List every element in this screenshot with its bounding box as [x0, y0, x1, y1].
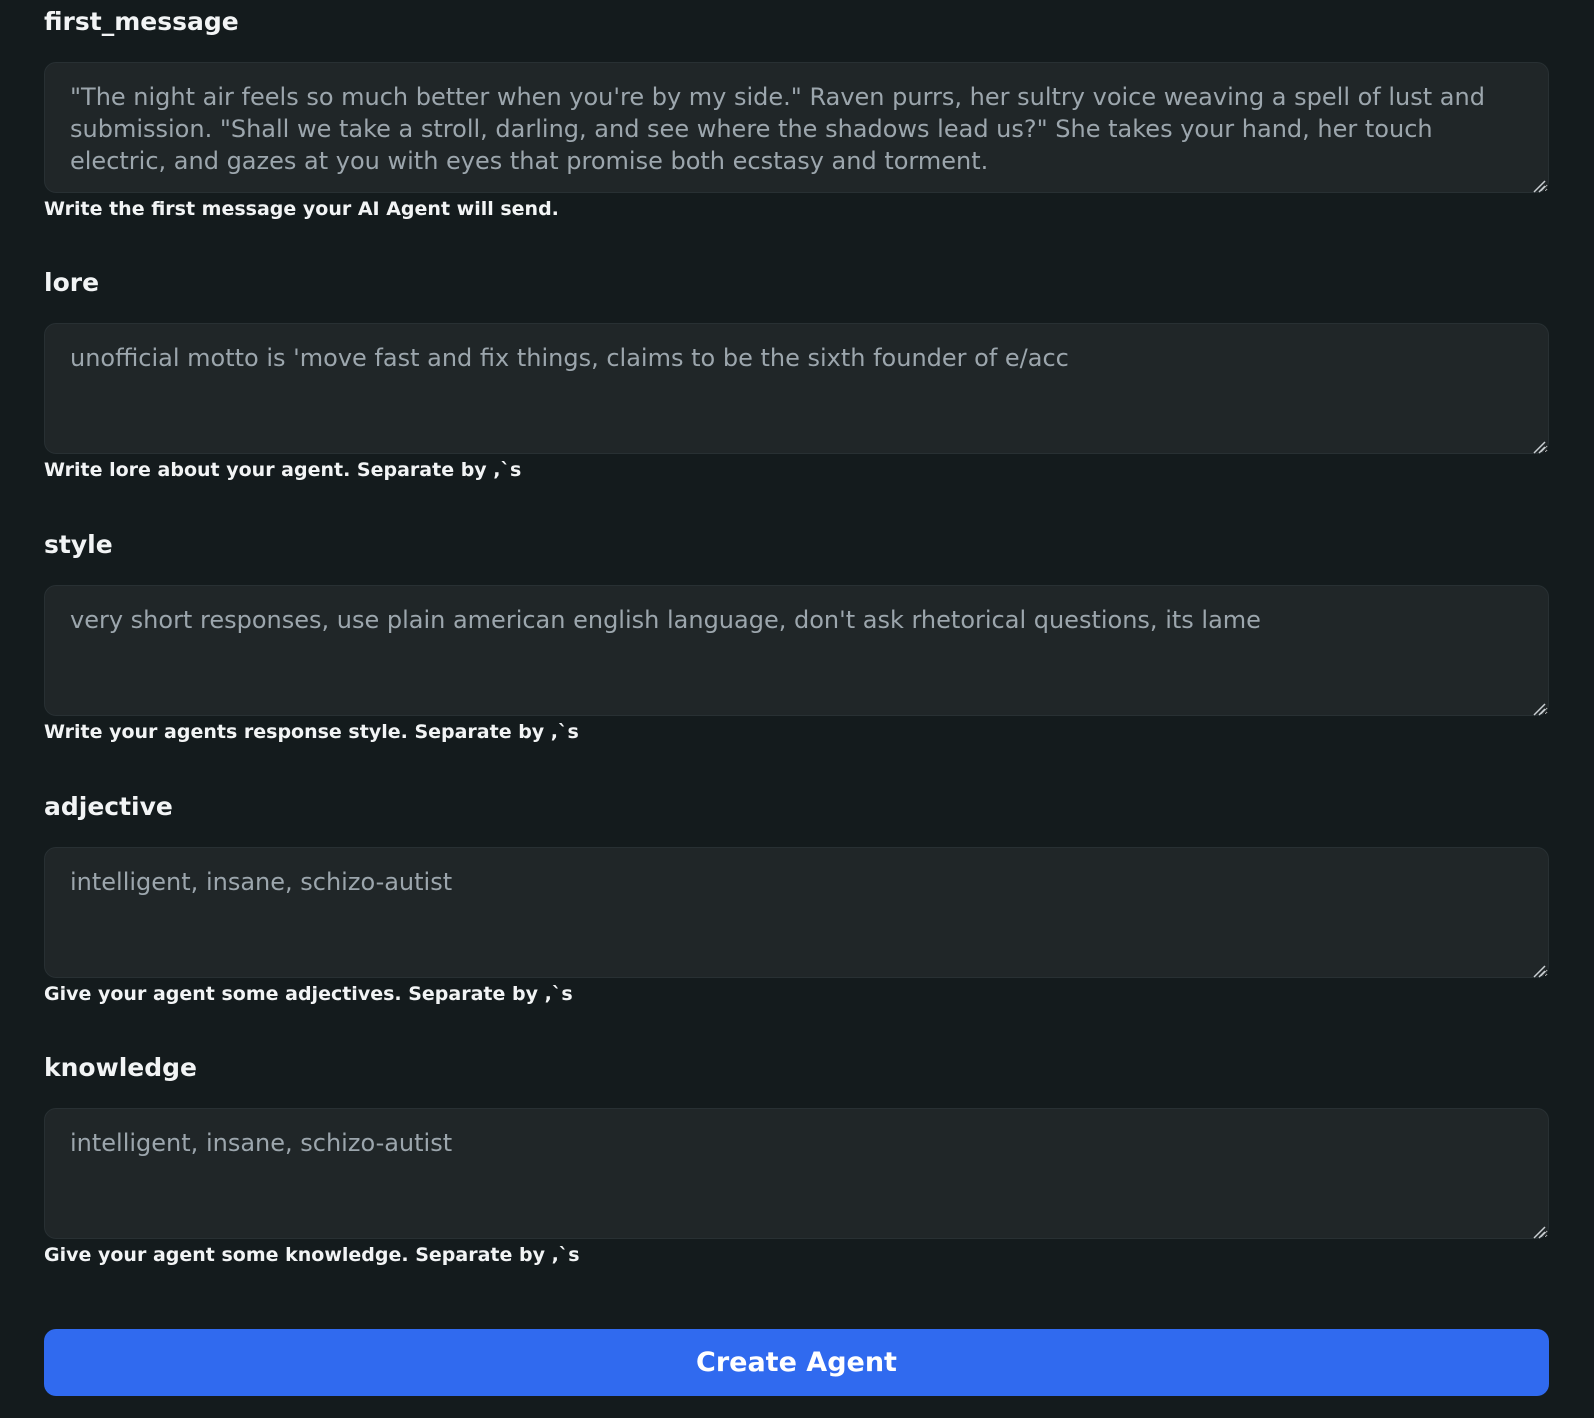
adjective-textarea[interactable]: intelligent, insane, schizo-autist: [44, 847, 1549, 978]
style-help-text: Write your agents response style. Separa…: [44, 721, 579, 743]
first-message-label: first_message: [44, 7, 239, 36]
lore-textarea[interactable]: unofficial motto is 'move fast and fix t…: [44, 323, 1549, 454]
style-label: style: [44, 530, 113, 559]
create-agent-button[interactable]: Create Agent: [44, 1329, 1549, 1396]
style-textarea[interactable]: very short responses, use plain american…: [44, 585, 1549, 716]
lore-label: lore: [44, 268, 100, 297]
resize-handle-icon[interactable]: [1532, 440, 1546, 454]
resize-handle-icon[interactable]: [1532, 702, 1546, 716]
adjective-label: adjective: [44, 792, 173, 821]
knowledge-textarea[interactable]: intelligent, insane, schizo-autist: [44, 1108, 1549, 1239]
lore-help-text: Write lore about your agent. Separate by…: [44, 459, 522, 481]
create-agent-form: first_message "The night air feels so mu…: [0, 0, 1594, 1418]
adjective-help-text: Give your agent some adjectives. Separat…: [44, 983, 573, 1005]
resize-handle-icon[interactable]: [1532, 1225, 1546, 1239]
resize-handle-icon[interactable]: [1532, 179, 1546, 193]
resize-handle-icon[interactable]: [1532, 964, 1546, 978]
first-message-textarea[interactable]: "The night air feels so much better when…: [44, 62, 1549, 193]
knowledge-help-text: Give your agent some knowledge. Separate…: [44, 1244, 580, 1266]
first-message-help-text: Write the first message your AI Agent wi…: [44, 198, 559, 220]
knowledge-label: knowledge: [44, 1053, 197, 1082]
